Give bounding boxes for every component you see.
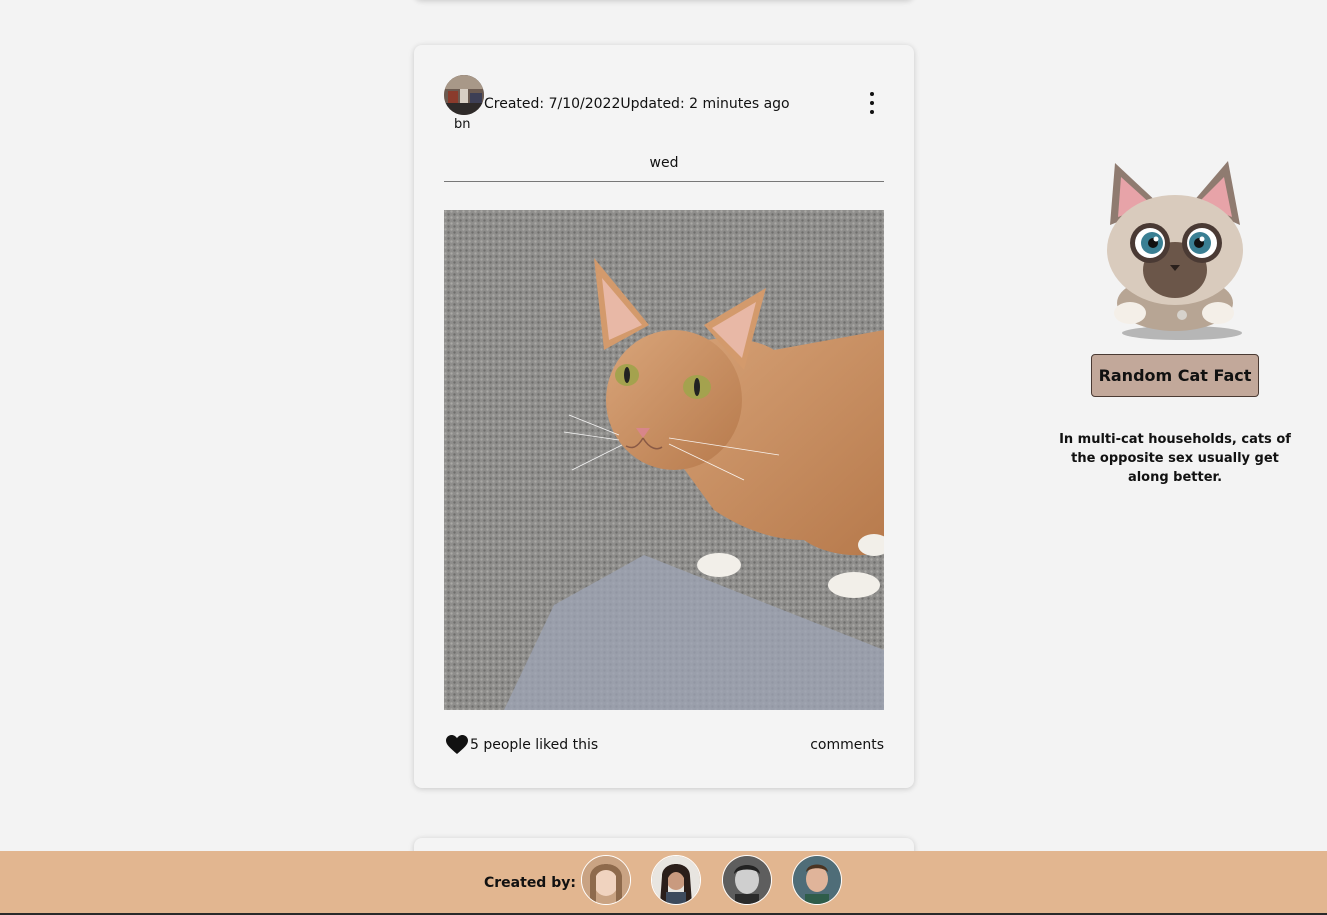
likes-row: 5 people liked this (446, 735, 598, 755)
cat-mascot-image (1100, 155, 1250, 340)
footer-label: Created by: (484, 875, 576, 891)
post-image (444, 210, 884, 710)
updated-date: Updated: 2 minutes ago (620, 96, 790, 112)
post-username[interactable]: bn (454, 117, 471, 132)
post-card: bn Created: 7/10/2022Updated: 2 minutes … (414, 45, 914, 788)
creator-avatar[interactable] (651, 855, 701, 905)
likes-count: 5 people liked this (470, 737, 599, 753)
title-divider (444, 181, 884, 182)
creator-avatar[interactable] (792, 855, 842, 905)
user-avatar[interactable] (444, 75, 484, 115)
heart-icon[interactable] (446, 735, 468, 755)
cat-fact-text: In multi-cat households, cats of the opp… (1059, 432, 1291, 485)
page: bn Created: 7/10/2022Updated: 2 minutes … (0, 0, 1327, 915)
kebab-menu-icon[interactable] (866, 92, 878, 114)
created-date: Created: 7/10/2022 (484, 96, 621, 112)
post-timestamps: Created: 7/10/2022Updated: 2 minutes ago (484, 96, 790, 112)
comments-link[interactable]: comments (810, 737, 884, 753)
post-title: wed (649, 155, 679, 171)
creator-avatar[interactable] (581, 855, 631, 905)
creator-avatar[interactable] (722, 855, 772, 905)
footer: Created by: (0, 851, 1327, 915)
random-cat-fact-button[interactable]: Random Cat Fact (1091, 354, 1259, 397)
